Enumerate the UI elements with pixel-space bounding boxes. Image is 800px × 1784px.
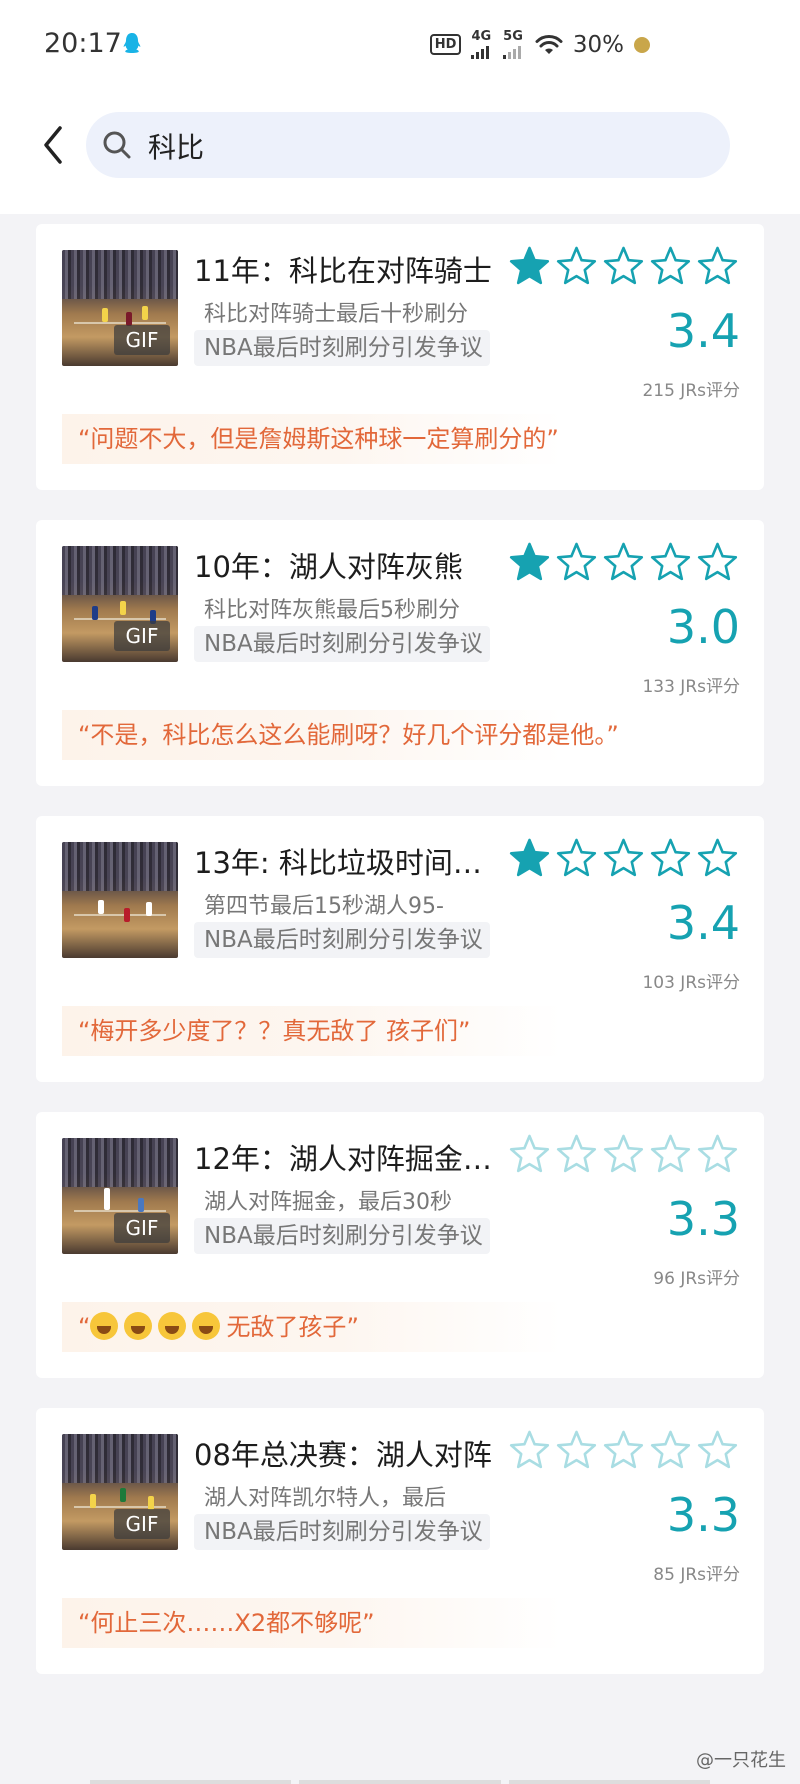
status-time: 20:17 bbox=[44, 28, 122, 59]
rating-score: 3.3 bbox=[666, 1488, 740, 1542]
top-comment[interactable]: “何止三次……X2都不够呢” bbox=[62, 1598, 562, 1648]
battery-percent: 30% bbox=[572, 31, 624, 58]
topic-tag[interactable]: NBA最后时刻刷分引发争议 bbox=[194, 922, 490, 958]
star-rating[interactable] bbox=[509, 1134, 738, 1174]
item-title: 12年：湖人对阵掘金最后 bbox=[194, 1142, 504, 1176]
item-subtitle: 科比对阵骑士最后十秒刷分 bbox=[204, 302, 469, 327]
item-title: 11年：科比在对阵骑士 bbox=[194, 254, 492, 288]
4g-signal-icon: 4G bbox=[471, 30, 493, 59]
star-outline-icon[interactable] bbox=[603, 542, 644, 582]
top-comment[interactable]: “问题不大，但是詹姆斯这种球一定算刷分的” bbox=[62, 414, 562, 464]
rating-count: 96 JRs评分 bbox=[653, 1269, 740, 1289]
list-item[interactable]: GIF 12年：湖人对阵掘金最后 湖人对阵掘金，最后30秒 NBA最后时刻刷分引… bbox=[36, 1112, 764, 1378]
rating-score: 3.4 bbox=[666, 896, 740, 950]
star-outline-icon[interactable] bbox=[556, 542, 597, 582]
topic-tag[interactable]: NBA最后时刻刷分引发争议 bbox=[194, 626, 490, 662]
star-outline-icon[interactable] bbox=[650, 838, 691, 878]
star-rating[interactable] bbox=[509, 246, 738, 286]
star-rating[interactable] bbox=[509, 542, 738, 582]
star-outline-icon[interactable] bbox=[697, 542, 738, 582]
list-item[interactable]: GIF 08年总决赛：湖人对阵 湖人对阵凯尔特人，最后 NBA最后时刻刷分引发争… bbox=[36, 1408, 764, 1674]
list-item[interactable]: GIF 11年：科比在对阵骑士 科比对阵骑士最后十秒刷分 NBA最后时刻刷分引发… bbox=[36, 224, 764, 490]
laughing-emoji-icon bbox=[124, 1312, 153, 1340]
star-outline-icon[interactable] bbox=[697, 1430, 738, 1470]
star-outline-icon[interactable] bbox=[603, 838, 644, 878]
top-comment[interactable]: “无敌了孩子” bbox=[62, 1302, 562, 1352]
battery-icon bbox=[634, 36, 650, 53]
star-outline-icon[interactable] bbox=[556, 1430, 597, 1470]
star-outline-icon[interactable] bbox=[556, 1134, 597, 1174]
item-subtitle: 科比对阵灰熊最后5秒刷分 bbox=[204, 598, 460, 623]
laughing-emoji-icon bbox=[90, 1312, 119, 1340]
qq-notification-icon bbox=[123, 33, 141, 53]
search-query: 科比 bbox=[148, 131, 205, 164]
status-icons: HD 4G 5G 30% bbox=[429, 30, 650, 59]
top-header: 20:17 HD 4G 5G 30% 科比 bbox=[0, 0, 800, 214]
rating-count: 215 JRs评分 bbox=[642, 381, 740, 401]
topic-tag[interactable]: NBA最后时刻刷分引发争议 bbox=[194, 330, 490, 366]
5g-signal-icon: 5G bbox=[503, 30, 525, 59]
star-outline-icon[interactable] bbox=[509, 1134, 550, 1174]
rating-score: 3.0 bbox=[666, 600, 740, 654]
laughing-emoji-icon bbox=[192, 1312, 221, 1340]
item-subtitle: 湖人对阵掘金，最后30秒 bbox=[204, 1190, 452, 1215]
rating-count: 103 JRs评分 bbox=[642, 973, 740, 993]
star-outline-icon[interactable] bbox=[509, 1430, 550, 1470]
star-outline-icon[interactable] bbox=[650, 1430, 691, 1470]
star-outline-icon[interactable] bbox=[697, 1134, 738, 1174]
list-item[interactable]: 13年: 科比垃圾时间刷分 第四节最后15秒湖人95- NBA最后时刻刷分引发争… bbox=[36, 816, 764, 1082]
star-outline-icon[interactable] bbox=[603, 246, 644, 286]
watermark: @一只花生 bbox=[696, 1750, 786, 1771]
star-outline-icon[interactable] bbox=[650, 542, 691, 582]
gif-badge: GIF bbox=[114, 1509, 170, 1539]
topic-tag[interactable]: NBA最后时刻刷分引发争议 bbox=[194, 1514, 490, 1550]
video-thumbnail[interactable]: GIF bbox=[62, 546, 178, 662]
item-title: 13年: 科比垃圾时间刷分 bbox=[194, 846, 504, 880]
comment-text: 无敌了孩子 bbox=[226, 1313, 347, 1341]
item-subtitle: 湖人对阵凯尔特人，最后 bbox=[204, 1486, 447, 1511]
star-outline-icon[interactable] bbox=[603, 1430, 644, 1470]
top-comment[interactable]: “梅开多少度了？？真无敌了 孩子们” bbox=[62, 1006, 562, 1056]
laughing-emoji-icon bbox=[158, 1312, 187, 1340]
star-outline-icon[interactable] bbox=[697, 838, 738, 878]
video-thumbnail[interactable]: GIF bbox=[62, 250, 178, 366]
bottom-edge bbox=[90, 1780, 710, 1784]
star-outline-icon[interactable] bbox=[697, 246, 738, 286]
hd-voice-icon: HD bbox=[429, 34, 462, 55]
item-title: 10年：湖人对阵灰熊 bbox=[194, 550, 463, 584]
wifi-icon bbox=[535, 34, 563, 54]
gif-badge: GIF bbox=[114, 1213, 170, 1243]
gif-badge: GIF bbox=[114, 621, 170, 651]
rating-score: 3.3 bbox=[666, 1192, 740, 1246]
rating-score: 3.4 bbox=[666, 304, 740, 358]
star-outline-icon[interactable] bbox=[556, 838, 597, 878]
star-filled-icon[interactable] bbox=[509, 246, 550, 286]
star-outline-icon[interactable] bbox=[556, 246, 597, 286]
search-icon bbox=[103, 131, 131, 159]
video-thumbnail[interactable]: GIF bbox=[62, 1138, 178, 1254]
gif-badge: GIF bbox=[114, 325, 170, 355]
star-rating[interactable] bbox=[509, 1430, 738, 1470]
back-arrow-icon[interactable] bbox=[36, 122, 72, 168]
star-outline-icon[interactable] bbox=[650, 1134, 691, 1174]
topic-tag[interactable]: NBA最后时刻刷分引发争议 bbox=[194, 1218, 490, 1254]
video-thumbnail[interactable]: GIF bbox=[62, 1434, 178, 1550]
top-comment[interactable]: “不是，科比怎么这么能刷呀？好几个评分都是他。” bbox=[62, 710, 619, 760]
star-filled-icon[interactable] bbox=[509, 838, 550, 878]
item-subtitle: 第四节最后15秒湖人95- bbox=[204, 894, 444, 919]
star-filled-icon[interactable] bbox=[509, 542, 550, 582]
star-rating[interactable] bbox=[509, 838, 738, 878]
rating-count: 133 JRs评分 bbox=[642, 677, 740, 697]
list-item[interactable]: GIF 10年：湖人对阵灰熊 科比对阵灰熊最后5秒刷分 NBA最后时刻刷分引发争… bbox=[36, 520, 764, 786]
item-title: 08年总决赛：湖人对阵 bbox=[194, 1438, 492, 1472]
star-outline-icon[interactable] bbox=[603, 1134, 644, 1174]
search-input[interactable]: 科比 bbox=[86, 112, 730, 178]
video-thumbnail[interactable] bbox=[62, 842, 178, 958]
star-outline-icon[interactable] bbox=[650, 246, 691, 286]
rating-count: 85 JRs评分 bbox=[653, 1565, 740, 1585]
